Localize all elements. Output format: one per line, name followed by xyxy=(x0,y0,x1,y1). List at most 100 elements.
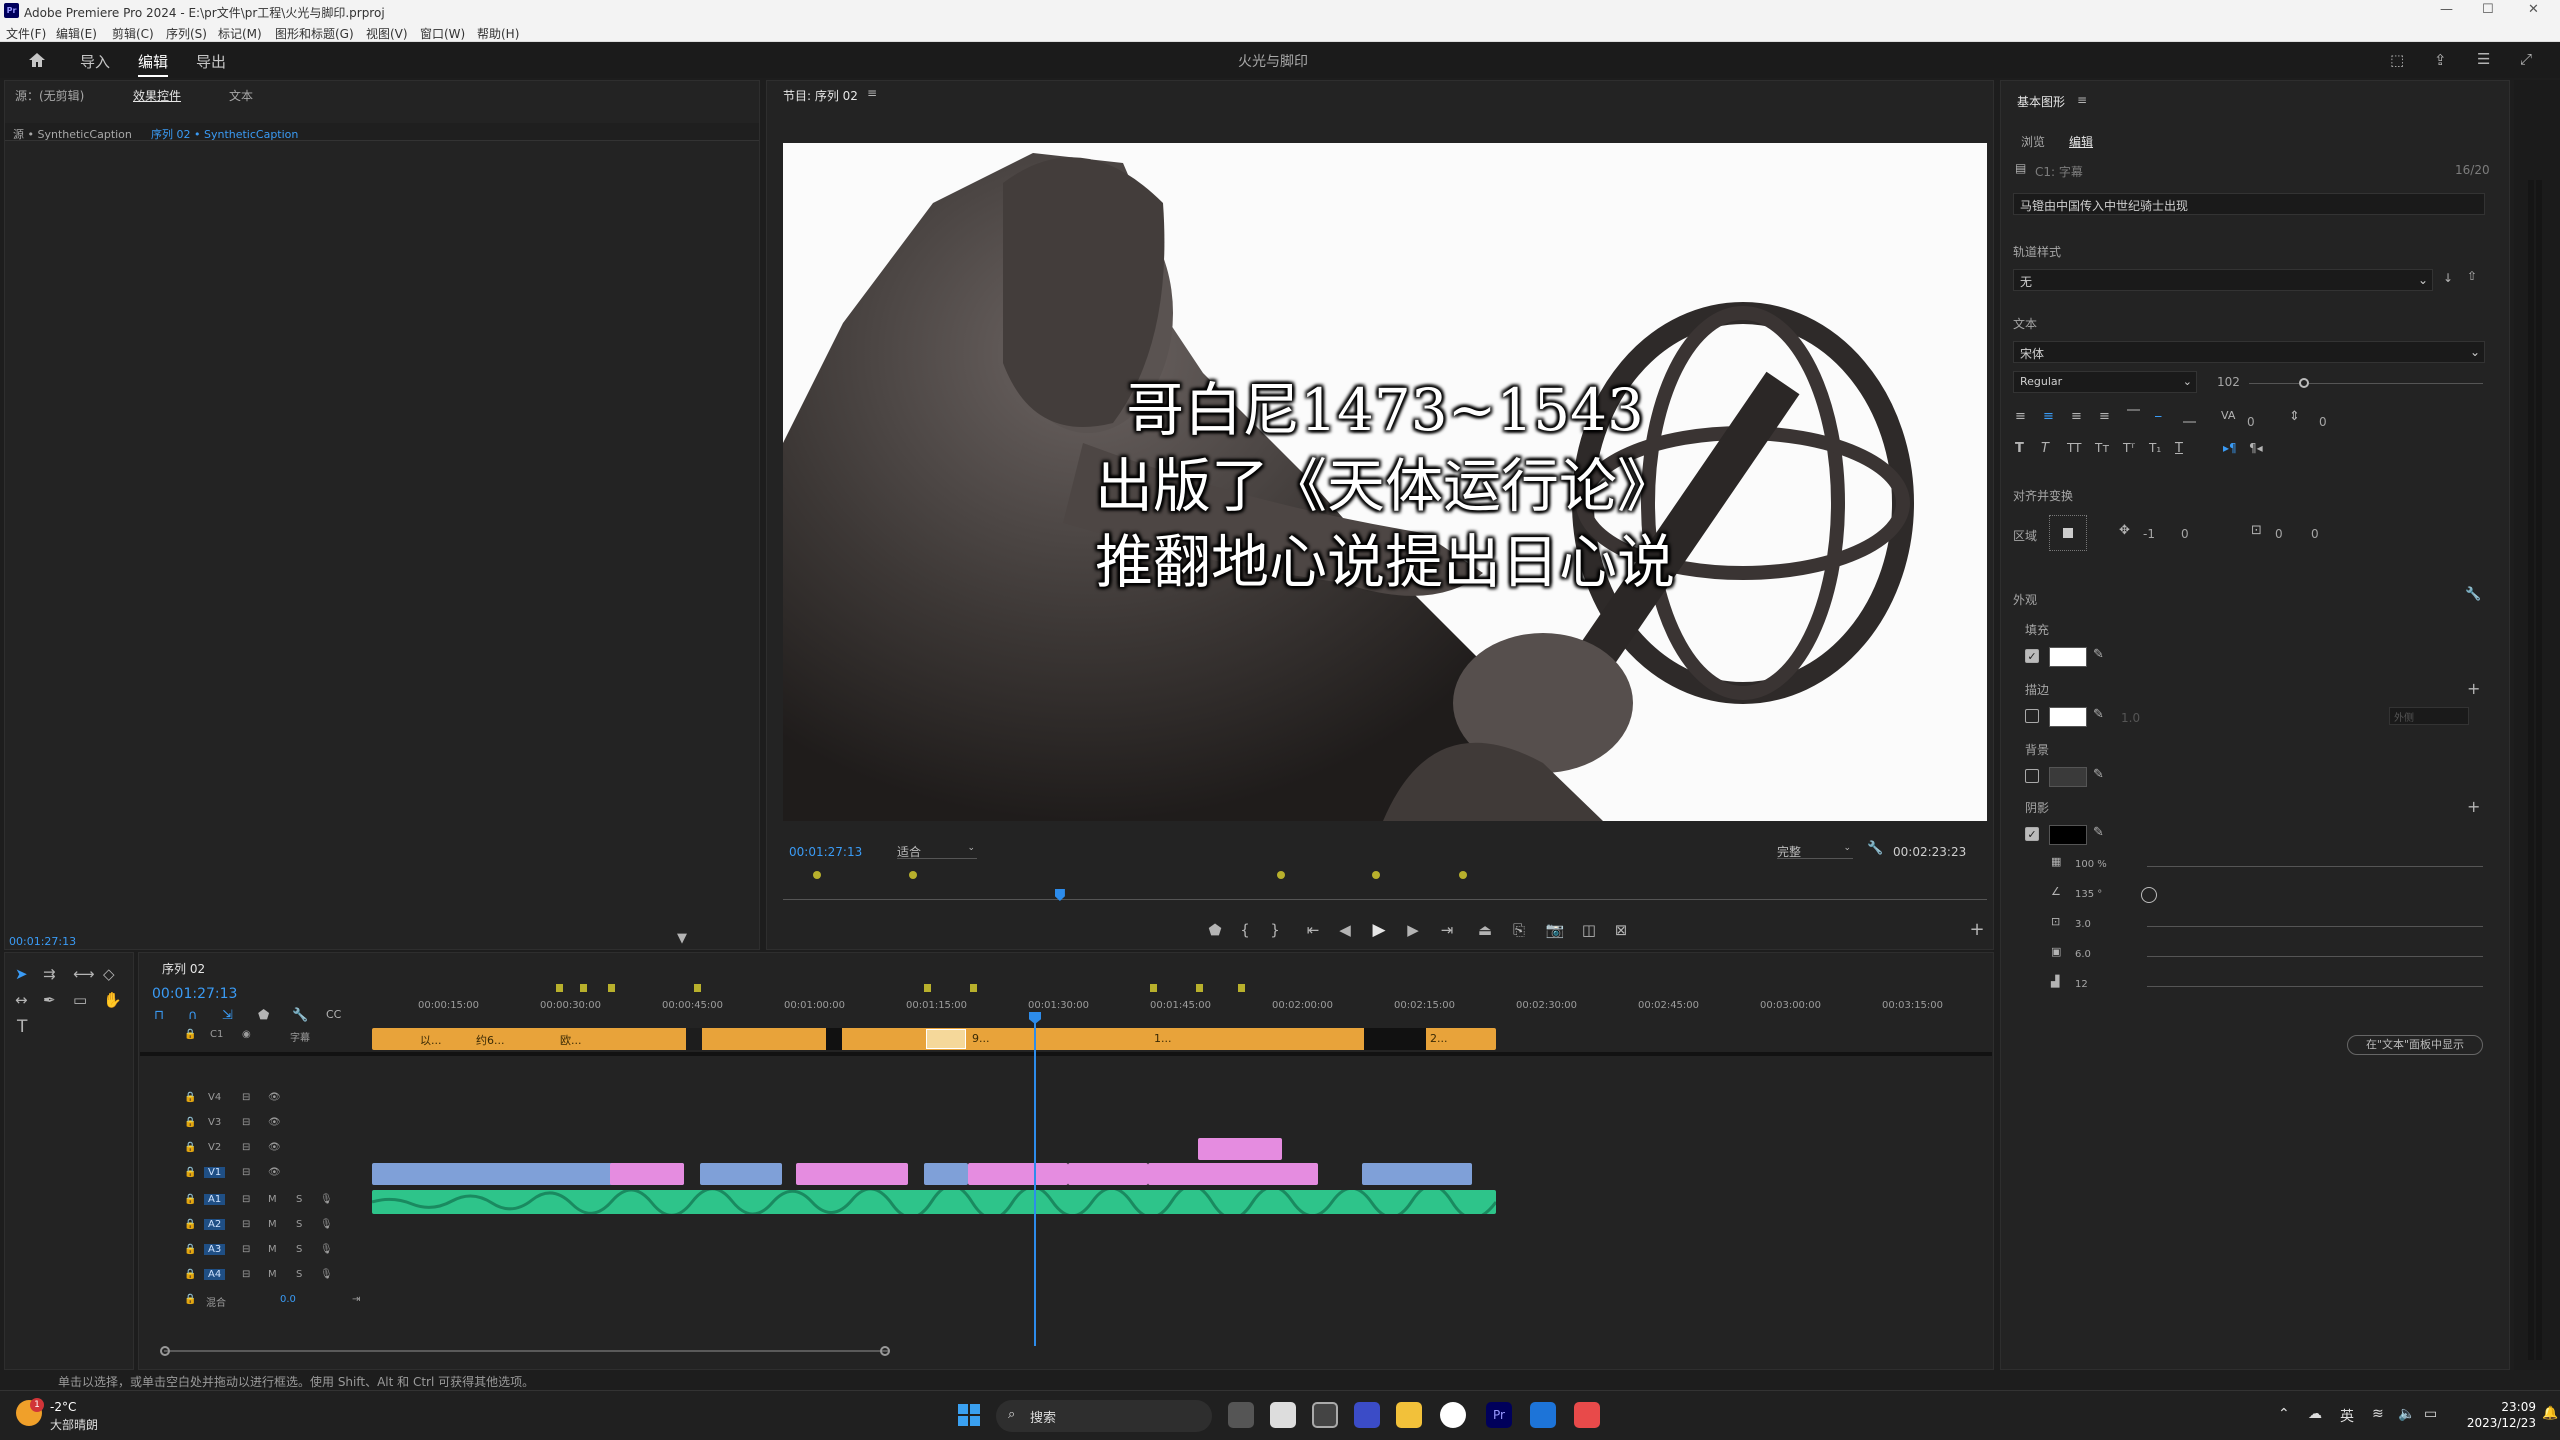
mic-icon[interactable]: 🎙 xyxy=(320,1219,333,1230)
timeline-marker[interactable] xyxy=(556,984,563,992)
caption-clip[interactable]: 9... xyxy=(972,1032,990,1045)
mute-button[interactable]: M xyxy=(268,1269,277,1280)
sync-icon[interactable]: ⊟ xyxy=(242,1092,250,1103)
timeline-timecode[interactable]: 00:01:27:13 xyxy=(152,986,237,1002)
fullscreen-icon[interactable]: ⤢ xyxy=(2520,50,2532,68)
shadow-opacity[interactable]: 100 % xyxy=(2075,859,2107,870)
timeline-marker[interactable] xyxy=(608,984,615,992)
align-left-icon[interactable]: ≡ xyxy=(2015,409,2026,424)
caption-clip[interactable]: 约6... xyxy=(476,1032,505,1048)
mark-in-icon[interactable]: { xyxy=(1233,921,1257,939)
upload-style-icon[interactable]: ⇧ xyxy=(2467,269,2477,283)
track-select-icon[interactable]: ⇉ xyxy=(43,965,56,983)
fill-checkbox[interactable]: ✓ xyxy=(2025,649,2039,663)
panel-menu-icon[interactable]: ≡ xyxy=(2077,93,2087,107)
sync-icon[interactable]: ⊟ xyxy=(242,1142,250,1153)
superscript-icon[interactable]: Tᵀ xyxy=(2123,441,2135,455)
caption-clip[interactable]: 1... xyxy=(1154,1032,1172,1045)
faux-italic-icon[interactable]: T xyxy=(2041,441,2049,456)
proxy-toggle-icon[interactable]: ⊠ xyxy=(1609,921,1633,939)
mic-icon[interactable]: 🎙 xyxy=(320,1269,333,1280)
mute-button[interactable]: M xyxy=(268,1194,277,1205)
eyedropper-icon[interactable]: ✎ xyxy=(2093,825,2104,840)
video-clip-v2[interactable] xyxy=(1198,1138,1282,1160)
weather-desc[interactable]: 大部晴朗 xyxy=(50,1416,98,1433)
export-frame-icon[interactable]: 📷 xyxy=(1543,921,1567,939)
step-back-icon[interactable]: ◀ xyxy=(1333,921,1357,939)
menu-marker[interactable]: 标记(M) xyxy=(218,25,262,42)
background-color-swatch[interactable] xyxy=(2049,767,2087,787)
align-middle-icon[interactable]: ⎯ xyxy=(2155,409,2162,424)
underline-icon[interactable]: T xyxy=(2175,441,2183,456)
filter-icon[interactable]: ▼ xyxy=(677,931,687,946)
linked-selection-icon[interactable]: ∩ xyxy=(188,1008,198,1023)
shadow-size-slider[interactable] xyxy=(2147,956,2483,957)
eye-icon[interactable]: 👁 xyxy=(268,1167,281,1178)
track-style-dropdown[interactable]: 无 ⌄ xyxy=(2013,269,2433,291)
minimize-button[interactable]: — xyxy=(2440,2,2453,17)
cloud-icon[interactable]: ☁ xyxy=(2308,1406,2322,1422)
video-clip-v1[interactable] xyxy=(1068,1163,1148,1185)
lock-icon[interactable]: 🔒 xyxy=(184,1244,196,1255)
caption-clip[interactable]: 以... xyxy=(420,1032,442,1048)
program-scrubber[interactable] xyxy=(783,899,1987,900)
faux-bold-icon[interactable]: T xyxy=(2015,441,2024,456)
position-y[interactable]: 0 xyxy=(2181,527,2189,541)
go-to-out-icon[interactable]: ⇥ xyxy=(1435,921,1459,939)
angle-dial[interactable] xyxy=(2141,887,2157,903)
play-icon[interactable]: ▶ xyxy=(1367,920,1391,940)
razor-icon[interactable]: ◇ xyxy=(103,965,115,983)
menu-clip[interactable]: 剪辑(C) xyxy=(112,25,154,42)
video-clip-v1[interactable] xyxy=(796,1163,908,1185)
caption-text-field[interactable]: 马镫由中国传入中世纪骑士出现 xyxy=(2013,193,2485,215)
marker[interactable] xyxy=(1277,871,1285,879)
quick-export-icon[interactable]: ⬚ xyxy=(2390,51,2404,69)
ltr-icon[interactable]: ▸¶ xyxy=(2223,441,2237,455)
shadow-checkbox[interactable]: ✓ xyxy=(2025,827,2039,841)
home-icon[interactable] xyxy=(28,52,46,68)
eye-icon[interactable]: ◉ xyxy=(242,1029,251,1040)
file-explorer-icon[interactable] xyxy=(1396,1402,1422,1428)
file-icon[interactable] xyxy=(1270,1402,1296,1428)
captions-icon[interactable]: CC xyxy=(326,1008,341,1021)
caption-clip[interactable]: 欧... xyxy=(560,1032,582,1048)
eye-icon[interactable]: 👁 xyxy=(268,1142,281,1153)
timeline-scrollbar[interactable] xyxy=(164,1350,888,1352)
add-marker-icon[interactable]: ⬟ xyxy=(1203,921,1227,939)
lock-icon[interactable]: 🔒 xyxy=(184,1219,196,1230)
close-button[interactable]: ✕ xyxy=(2528,2,2539,17)
program-timecode[interactable]: 00:01:27:13 xyxy=(789,845,862,859)
font-dropdown[interactable]: 宋体 ⌄ xyxy=(2013,341,2485,363)
leading-value[interactable]: 0 xyxy=(2319,415,2327,429)
scale-x[interactable]: 0 xyxy=(2275,527,2283,541)
fit-dropdown[interactable]: 适合 ⌄ xyxy=(897,843,977,859)
shadow-opacity-slider[interactable] xyxy=(2147,866,2483,867)
sequence-clip-label[interactable]: 序列 02 • SyntheticCaption xyxy=(151,126,298,142)
scroll-handle-right[interactable] xyxy=(880,1346,890,1356)
timeline-marker[interactable] xyxy=(1238,984,1245,992)
taskbar-search[interactable]: ⌕ 搜索 xyxy=(996,1400,1212,1432)
timeline-marker[interactable] xyxy=(694,984,701,992)
windows-start-icon[interactable] xyxy=(958,1404,980,1426)
align-top-icon[interactable]: ⎺ xyxy=(2127,409,2140,424)
small-caps-icon[interactable]: Tт xyxy=(2095,441,2109,455)
mark-out-icon[interactable]: } xyxy=(1263,921,1287,939)
all-caps-icon[interactable]: TT xyxy=(2067,441,2081,455)
mute-button[interactable]: M xyxy=(268,1244,277,1255)
slider-knob[interactable] xyxy=(2299,378,2309,388)
subscript-icon[interactable]: T₁ xyxy=(2149,441,2161,455)
eyedropper-icon[interactable]: ✎ xyxy=(2093,767,2104,782)
eye-icon[interactable]: 👁 xyxy=(268,1117,281,1128)
shadow-blur[interactable]: 12 xyxy=(2075,979,2088,990)
justify-icon[interactable]: ≡ xyxy=(2099,409,2110,424)
timeline-marker[interactable] xyxy=(1150,984,1157,992)
stroke-color-swatch[interactable] xyxy=(2049,707,2087,727)
menu-help[interactable]: 帮助(H) xyxy=(477,25,519,42)
sync-icon[interactable]: ⊟ xyxy=(242,1244,250,1255)
comparison-view-icon[interactable]: ◫ xyxy=(1577,921,1601,939)
lock-icon[interactable]: 🔒 xyxy=(184,1117,196,1128)
slip-tool-icon[interactable]: ↔ xyxy=(15,991,28,1009)
timeline-marker[interactable] xyxy=(924,984,931,992)
menu-edit[interactable]: 编辑(E) xyxy=(56,25,97,42)
extract-icon[interactable]: ⎘ xyxy=(1507,921,1531,939)
